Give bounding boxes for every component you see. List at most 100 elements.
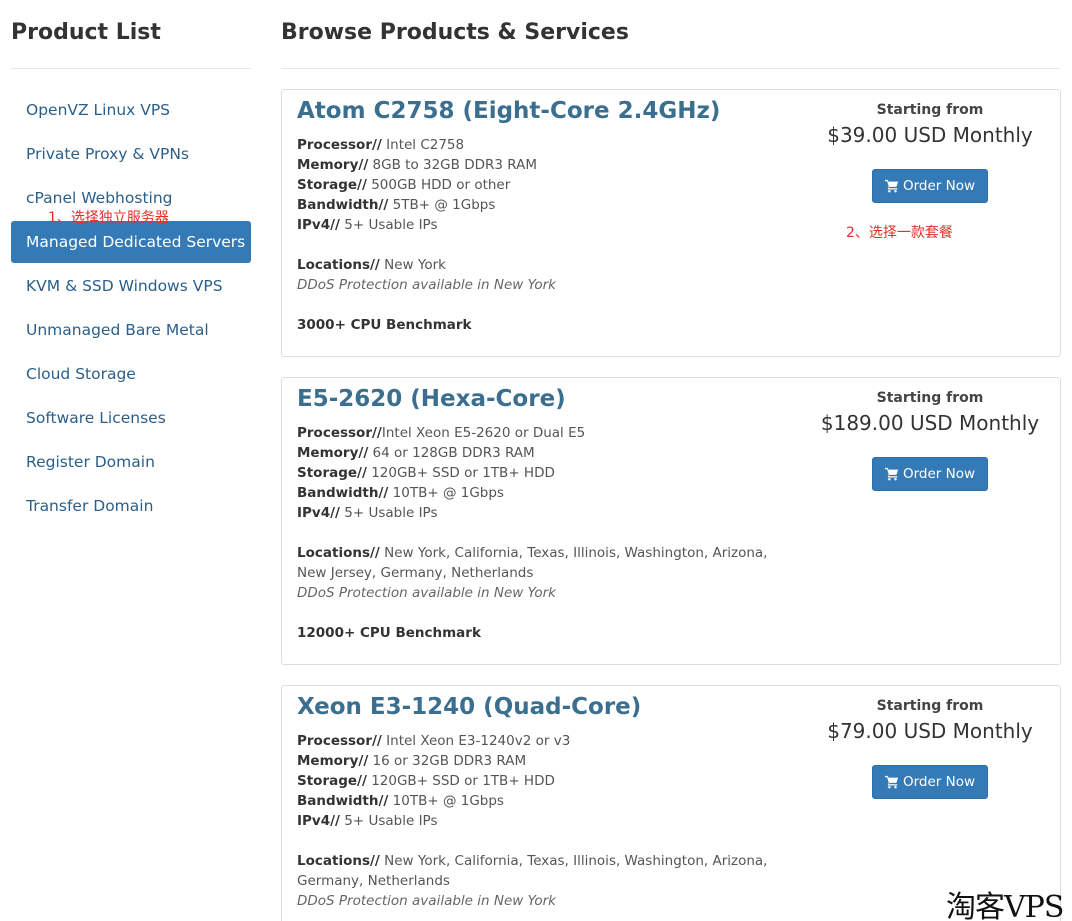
spec-bandwidth: Bandwidth// 5TB+ @ 1Gbps: [297, 195, 777, 215]
product-card: Xeon E3-1240 (Quad-Core) Processor// Int…: [281, 685, 1061, 921]
order-now-label: Order Now: [902, 466, 976, 482]
header-divider: [281, 68, 1060, 69]
ddos-note: DDoS Protection available in New York: [297, 585, 556, 601]
starting-from-label: Starting from: [876, 390, 984, 406]
order-now-button[interactable]: Order Now: [872, 765, 988, 799]
spec-value: 10TB+ @ 1Gbps: [388, 793, 504, 809]
annotation-step-1: 1、选择独立服务器: [48, 210, 169, 226]
spec-value: 10TB+ @ 1Gbps: [388, 485, 504, 501]
spec-label: Storage//: [297, 773, 367, 789]
spec-label: Processor//: [297, 733, 382, 749]
spec-bandwidth: Bandwidth// 10TB+ @ 1Gbps: [297, 483, 777, 503]
order-now-label: Order Now: [902, 178, 976, 194]
spec-label: Storage//: [297, 177, 367, 193]
spec-label: Bandwidth//: [297, 485, 389, 501]
spec-label: Memory//: [297, 753, 369, 769]
spec-value: New York, California, Texas, Illinois, W…: [379, 853, 768, 869]
spec-storage: Storage// 120GB+ SSD or 1TB+ HDD: [297, 463, 777, 483]
spec-label: Locations//: [297, 257, 380, 273]
spec-label: Processor//: [297, 137, 382, 153]
spec-label: Processor//: [297, 425, 382, 441]
starting-from-label: Starting from: [876, 102, 984, 118]
spec-value: 16 or 32GB DDR3 RAM: [368, 753, 527, 769]
pricing-box: Starting from $79.00 USD Monthly Order N…: [802, 696, 1058, 799]
spec-value: 500GB HDD or other: [366, 177, 511, 193]
sidebar-item-managed-dedicated-servers[interactable]: Managed Dedicated Servers: [11, 221, 251, 263]
spec-label: Locations//: [297, 545, 380, 561]
cpu-benchmark: 3000+ CPU Benchmark: [297, 317, 472, 333]
spec-value: 5+ Usable IPs: [339, 505, 438, 521]
spec-locations-continued: New Jersey, Germany, Netherlands: [297, 565, 534, 581]
product-name: Atom C2758 (Eight-Core 2.4GHz): [297, 98, 721, 124]
spec-bandwidth: Bandwidth// 10TB+ @ 1Gbps: [297, 791, 777, 811]
shopping-cart-icon: [884, 179, 899, 193]
spec-value: Intel Xeon E5-2620 or Dual E5: [381, 425, 586, 441]
spec-value: New York, California, Texas, Illinois, W…: [379, 545, 768, 561]
spec-processor: Processor// Intel Xeon E3-1240v2 or v3: [297, 731, 777, 751]
ddos-note: DDoS Protection available in New York: [297, 277, 556, 293]
product-specs: Processor// Intel Xeon E3-1240v2 or v3 M…: [297, 731, 777, 911]
spec-label: Locations//: [297, 853, 380, 869]
sidebar-item-kvm-ssd-windows-vps[interactable]: KVM & SSD Windows VPS: [11, 265, 251, 307]
shopping-cart-icon: [884, 775, 899, 789]
spec-label: Storage//: [297, 465, 367, 481]
spec-locations: Locations// New York: [297, 255, 777, 275]
spec-locations: Locations// New York, California, Texas,…: [297, 543, 777, 563]
product-price: $39.00 USD Monthly: [827, 123, 1033, 147]
product-specs: Processor//Intel Xeon E5-2620 or Dual E5…: [297, 423, 777, 643]
product-name: E5-2620 (Hexa-Core): [297, 386, 566, 412]
order-now-button[interactable]: Order Now: [872, 457, 988, 491]
spec-locations-continued: Germany, Netherlands: [297, 873, 450, 889]
cpu-benchmark: 12000+ CPU Benchmark: [297, 625, 481, 641]
ddos-note: DDoS Protection available in New York: [297, 893, 556, 909]
sidebar-item-unmanaged-bare-metal[interactable]: Unmanaged Bare Metal: [11, 309, 251, 351]
spec-label: IPv4//: [297, 505, 340, 521]
spec-storage: Storage// 120GB+ SSD or 1TB+ HDD: [297, 771, 777, 791]
sidebar-item-openvz-linux-vps[interactable]: OpenVZ Linux VPS: [11, 89, 251, 131]
sidebar-item-register-domain[interactable]: Register Domain: [11, 441, 251, 483]
spec-label: Memory//: [297, 445, 369, 461]
spec-value: 120GB+ SSD or 1TB+ HDD: [366, 773, 555, 789]
product-specs: Processor// Intel C2758 Memory// 8GB to …: [297, 135, 777, 335]
spec-value: 5+ Usable IPs: [339, 217, 438, 233]
starting-from-label: Starting from: [876, 698, 984, 714]
spec-value: New York: [379, 257, 446, 273]
product-card: E5-2620 (Hexa-Core) Processor//Intel Xeo…: [281, 377, 1061, 665]
sidebar-item-transfer-domain[interactable]: Transfer Domain: [11, 485, 251, 527]
spec-locations: Locations// New York, California, Texas,…: [297, 851, 777, 871]
page-title: Browse Products & Services: [281, 20, 629, 45]
spec-value: 8GB to 32GB DDR3 RAM: [368, 157, 537, 173]
spec-value: 64 or 128GB DDR3 RAM: [368, 445, 535, 461]
spec-value: 120GB+ SSD or 1TB+ HDD: [366, 465, 555, 481]
spec-label: Memory//: [297, 157, 369, 173]
watermark: 淘客VPS: [946, 890, 1064, 921]
spec-label: Bandwidth//: [297, 793, 389, 809]
sidebar-title: Product List: [11, 20, 161, 45]
annotation-step-2: 2、选择一款套餐: [846, 225, 953, 241]
spec-value: 5+ Usable IPs: [339, 813, 438, 829]
spec-processor: Processor// Intel C2758: [297, 135, 777, 155]
spec-ipv4: IPv4// 5+ Usable IPs: [297, 215, 777, 235]
spec-label: IPv4//: [297, 813, 340, 829]
product-price: $79.00 USD Monthly: [827, 719, 1033, 743]
spec-label: Bandwidth//: [297, 197, 389, 213]
spec-label: IPv4//: [297, 217, 340, 233]
shopping-cart-icon: [884, 467, 899, 481]
sidebar-item-private-proxy-vpns[interactable]: Private Proxy & VPNs: [11, 133, 251, 175]
spec-storage: Storage// 500GB HDD or other: [297, 175, 777, 195]
order-now-button[interactable]: Order Now: [872, 169, 988, 203]
spec-processor: Processor//Intel Xeon E5-2620 or Dual E5: [297, 423, 777, 443]
spec-memory: Memory// 8GB to 32GB DDR3 RAM: [297, 155, 777, 175]
spec-memory: Memory// 64 or 128GB DDR3 RAM: [297, 443, 777, 463]
spec-memory: Memory// 16 or 32GB DDR3 RAM: [297, 751, 777, 771]
product-price: $189.00 USD Monthly: [820, 411, 1040, 435]
spec-ipv4: IPv4// 5+ Usable IPs: [297, 503, 777, 523]
spec-value: 5TB+ @ 1Gbps: [388, 197, 496, 213]
sidebar-divider: [11, 68, 251, 69]
spec-ipv4: IPv4// 5+ Usable IPs: [297, 811, 777, 831]
spec-value: Intel Xeon E3-1240v2 or v3: [381, 733, 571, 749]
sidebar-item-software-licenses[interactable]: Software Licenses: [11, 397, 251, 439]
sidebar-item-cloud-storage[interactable]: Cloud Storage: [11, 353, 251, 395]
spec-value: Intel C2758: [381, 137, 465, 153]
pricing-box: Starting from $189.00 USD Monthly Order …: [802, 388, 1058, 491]
